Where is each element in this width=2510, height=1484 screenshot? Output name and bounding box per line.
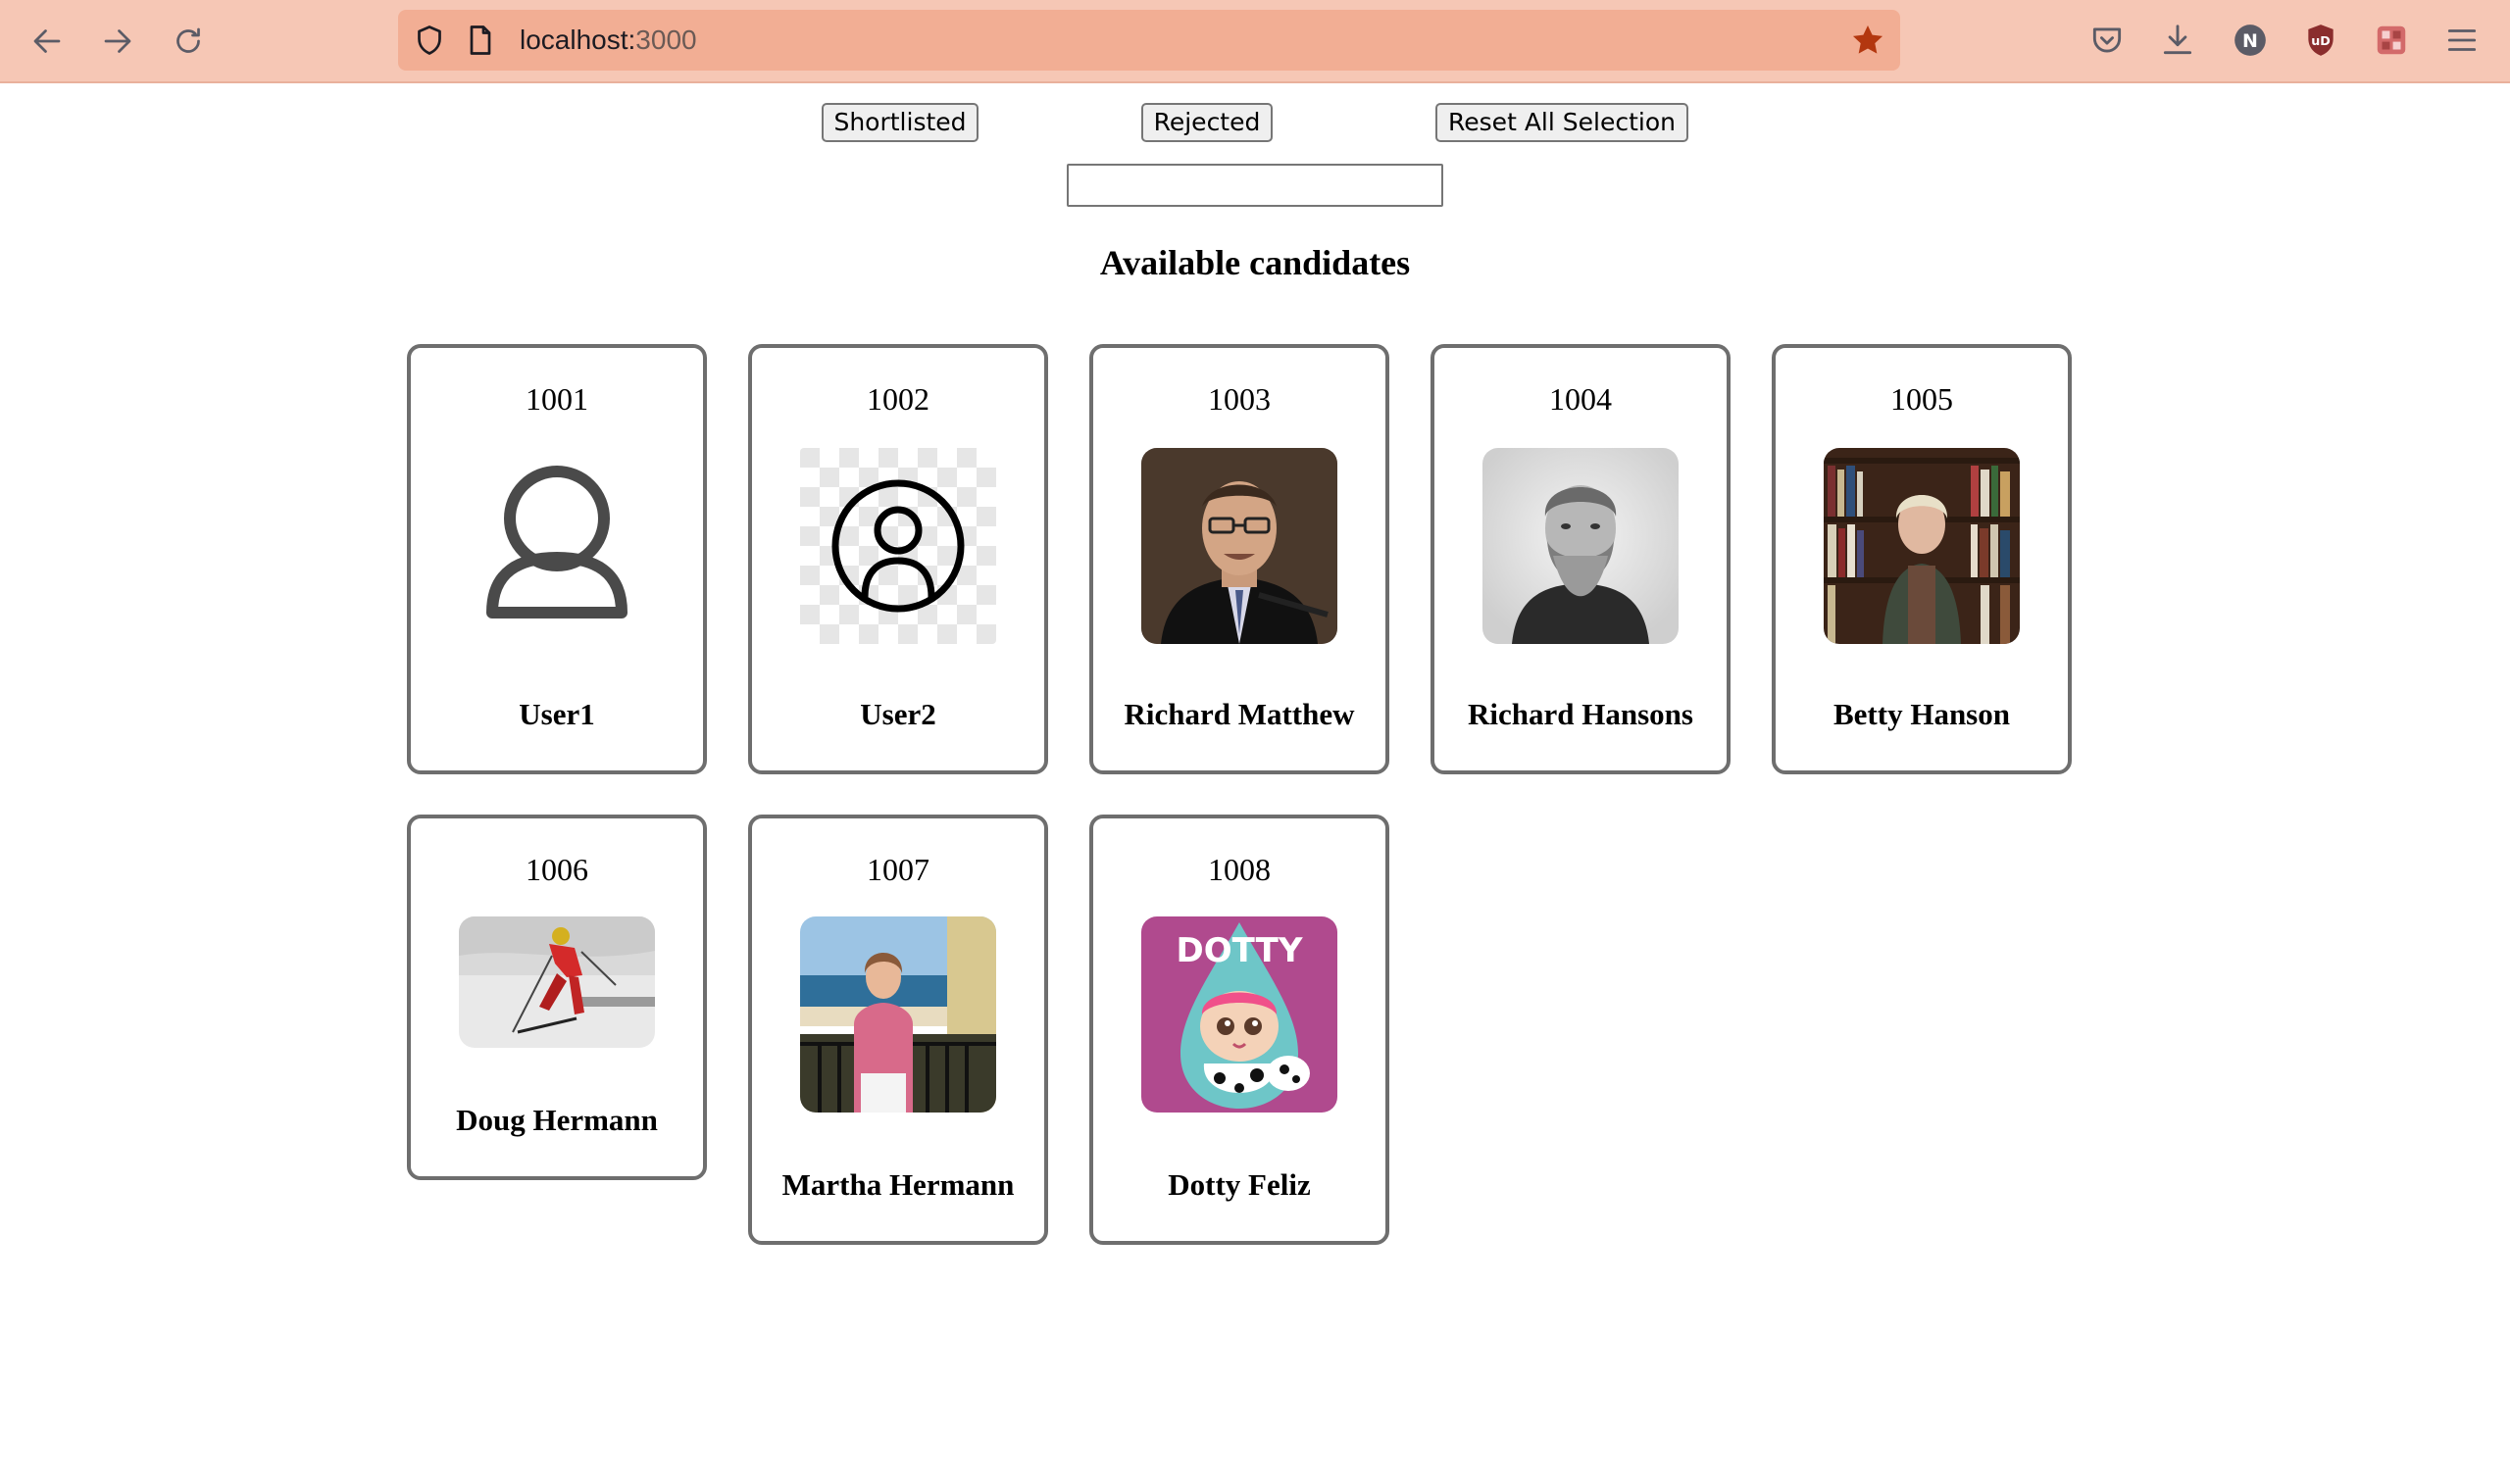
address-bar[interactable]: localhost:3000: [398, 10, 1900, 71]
candidate-name: Dotty Feliz: [1168, 1167, 1311, 1202]
candidate-card-1002[interactable]: 1002 User2: [748, 344, 1048, 774]
photo-vintage-portrait: [1482, 448, 1679, 644]
photo-man-speaking: [1141, 448, 1337, 644]
candidate-id: 1008: [1208, 852, 1271, 887]
reset-all-selection-button[interactable]: Reset All Selection: [1435, 103, 1688, 142]
url-text: localhost:3000: [520, 24, 697, 57]
candidate-card-1004[interactable]: 1004 Richard Hansons: [1431, 344, 1731, 774]
forward-button[interactable]: [96, 20, 139, 63]
arrow-left-icon: [33, 29, 61, 53]
candidate-name: User2: [860, 697, 936, 731]
shortlisted-button[interactable]: Shortlisted: [822, 103, 979, 142]
candidate-name: Betty Hanson: [1833, 697, 2010, 731]
pocket-icon[interactable]: [2088, 22, 2126, 59]
page-title: Available candidates: [1099, 243, 1411, 282]
ublock-icon[interactable]: uD: [2302, 22, 2339, 59]
search-input[interactable]: [1067, 164, 1443, 207]
download-icon[interactable]: [2159, 22, 2196, 59]
dotty-logo-text: DOTTY: [1177, 931, 1303, 970]
candidate-id: 1004: [1549, 381, 1612, 417]
rejected-button[interactable]: Rejected: [1141, 103, 1273, 142]
candidate-card-1003[interactable]: 1003 Richard Matthew: [1089, 344, 1389, 774]
back-button[interactable]: [25, 20, 69, 63]
candidate-id: 1006: [526, 852, 588, 887]
photo-woman-balcony: [800, 916, 996, 1113]
page-icon: [470, 25, 491, 55]
shield-icon[interactable]: [412, 23, 447, 58]
arrow-right-icon: [104, 29, 131, 53]
hamburger-menu-icon[interactable]: [2443, 22, 2481, 59]
extension-icon[interactable]: [2373, 22, 2410, 59]
person-outline-icon: [459, 448, 655, 644]
photo-woman-bookshelf: [1824, 448, 2020, 644]
candidate-id: 1001: [526, 381, 588, 417]
profile-initial: N: [2242, 30, 2258, 52]
photo-skier: [459, 916, 655, 1048]
candidate-card-1005[interactable]: 1005 Betty Hanson: [1772, 344, 2072, 774]
browser-toolbar: localhost:3000 N uD: [0, 0, 2510, 83]
candidate-name: User1: [519, 697, 595, 731]
url-port: 3000: [635, 25, 697, 55]
candidate-id: 1002: [867, 381, 929, 417]
candidate-name: Richard Hansons: [1468, 697, 1693, 731]
candidate-id: 1003: [1208, 381, 1271, 417]
reload-button[interactable]: [167, 20, 210, 63]
candidate-card-1006[interactable]: 1006 Doug Hermann: [407, 815, 707, 1180]
url-host: localhost:: [520, 25, 636, 55]
user-circle-icon: [800, 448, 996, 644]
candidate-name: Martha Hermann: [781, 1167, 1015, 1202]
candidate-card-1001[interactable]: 1001 User1: [407, 344, 707, 774]
candidate-name: Richard Matthew: [1124, 697, 1355, 731]
candidate-id: 1007: [867, 852, 929, 887]
candidate-card-1007[interactable]: 1007 Martha Hermann: [748, 815, 1048, 1245]
dotty-doll-logo: DOTTY: [1141, 916, 1337, 1113]
candidate-card-1008[interactable]: 1008 DOTTY Dotty Feliz: [1089, 815, 1389, 1245]
candidate-id: 1005: [1890, 381, 1953, 417]
ublock-label: uD: [2311, 33, 2331, 48]
candidate-name: Doug Hermann: [456, 1103, 658, 1137]
bookmark-star-icon[interactable]: [1849, 22, 1886, 59]
profile-avatar[interactable]: N: [2232, 22, 2269, 59]
reload-icon: [176, 27, 200, 53]
